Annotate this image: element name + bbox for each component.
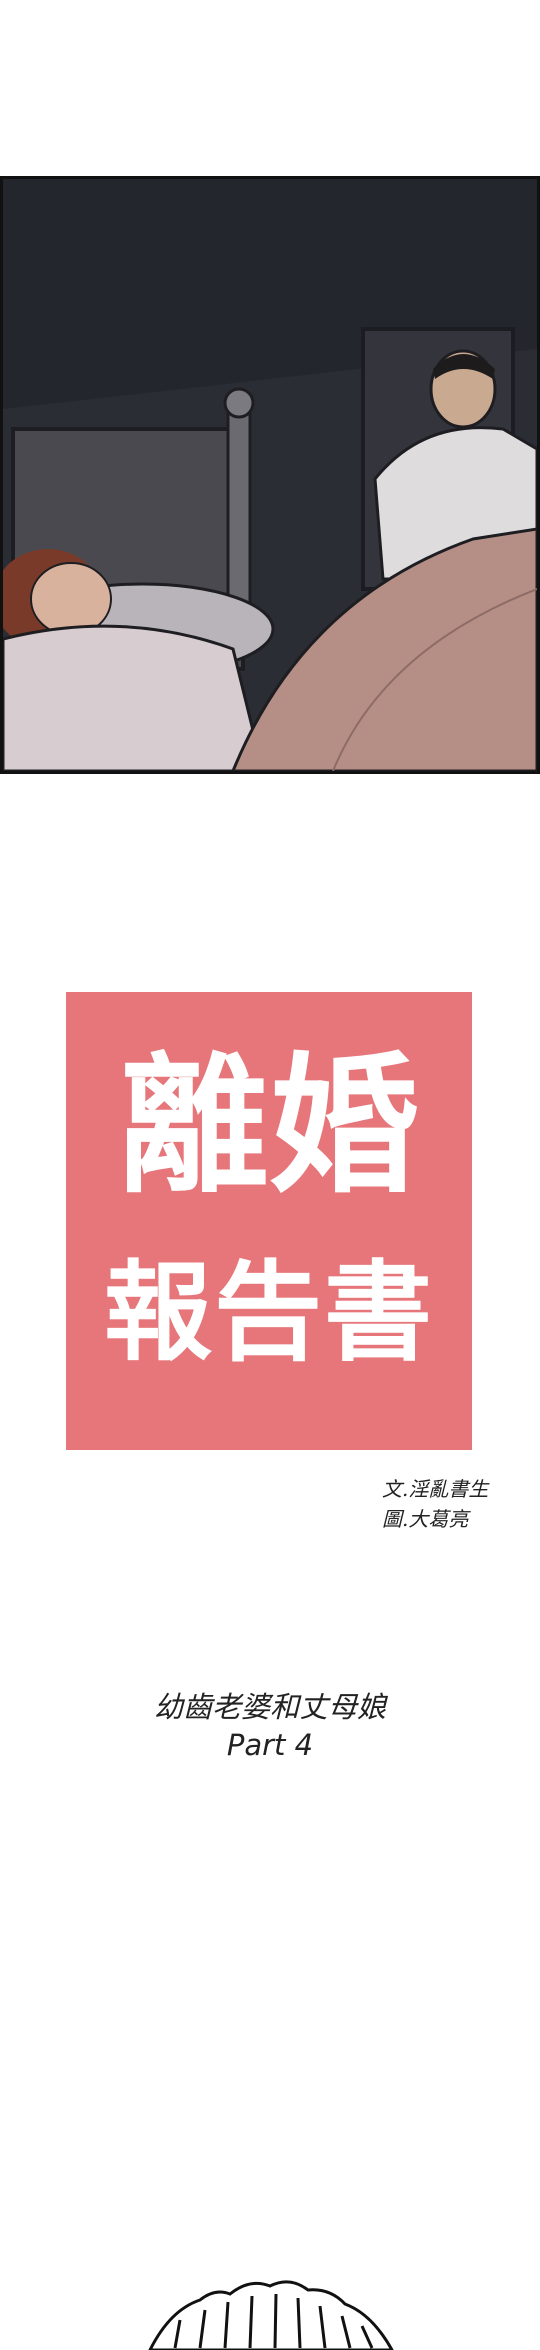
bedroom-illustration [3,179,537,771]
episode-subtitle: 幼齒老婆和丈母娘 [153,1690,386,1724]
artist-credit: 圖.大葛亮 [382,1507,469,1531]
title-block: 離婚 報告書 [66,992,472,1450]
episode-part: Part 4 [226,1728,314,1762]
title-line-2: 報告書 [103,1251,434,1376]
credits: 文.淫亂書生 圖.大葛亮 [382,1474,532,1534]
writer-credit: 文.淫亂書生 [382,1477,489,1501]
comic-panel-bedroom [0,176,540,774]
title-line-1: 離婚 [118,1040,419,1214]
episode-info: 幼齒老婆和丈母娘 Part 4 [90,1688,450,1764]
hair-illustration [148,2280,394,2350]
